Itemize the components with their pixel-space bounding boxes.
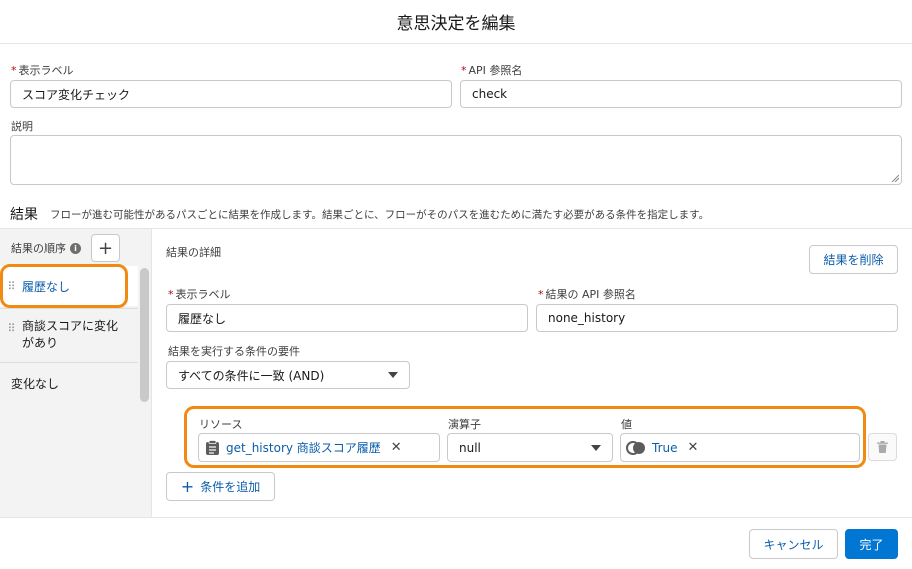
display-label-value: スコア変化チェック [22, 87, 131, 102]
default-outcome-label: 変化なし [11, 376, 60, 391]
outcomes-section-title: 結果 [10, 207, 38, 223]
cancel-button[interactable]: キャンセル [749, 529, 838, 559]
outcome-item-label: 商談スコアに変化 があり [22, 314, 118, 352]
required-marker: * [11, 64, 17, 77]
resource-label: リソース [199, 418, 243, 431]
label-text: 結果を実行する条件の要件 [168, 345, 300, 358]
add-icon: + [180, 477, 195, 496]
value-label: 値 [621, 418, 632, 431]
close-icon[interactable]: ✕ [688, 440, 699, 455]
resource-value: get_history 商談スコア履歴 [226, 441, 381, 455]
condition-requirement-value: すべての条件に一致 (AND) [178, 368, 325, 383]
outcome-item-score-changed[interactable]: ⠿ 商談スコアに変化 があり [0, 314, 138, 358]
condition-requirement-select[interactable]: すべての条件に一致 (AND) [166, 361, 410, 389]
label-text: 表示ラベル [18, 64, 74, 77]
outcomes-section-description: フローが進む可能性があるパスごとに結果を作成します。結果ごとに、フローがそのパス… [50, 209, 710, 221]
operator-label: 演算子 [448, 418, 481, 431]
outcome-order-label: 結果の順序 [11, 242, 66, 255]
close-icon[interactable]: ✕ [391, 440, 402, 455]
required-marker: * [461, 64, 467, 77]
outcome-label-value: 履歴なし [178, 311, 227, 326]
api-name-value: check [472, 87, 508, 101]
outcome-api-field-label: * 結果の API 参照名 [538, 286, 636, 302]
trash-icon [877, 441, 888, 453]
required-marker: * [538, 288, 544, 301]
value-value: True [652, 440, 678, 455]
outcome-item-label-line2: があり [22, 336, 59, 350]
required-marker: * [168, 288, 174, 301]
outcome-item-label: 履歴なし [22, 279, 71, 294]
outcome-api-name-input[interactable]: none_history [536, 304, 898, 332]
description-textarea[interactable] [10, 135, 902, 185]
add-condition-button[interactable]: + 条件を追加 [166, 472, 275, 501]
add-outcome-button[interactable]: + [91, 234, 120, 262]
label-field-label: * 表示ラベル [11, 62, 74, 78]
done-button[interactable]: 完了 [845, 529, 898, 559]
display-label-input[interactable]: スコア変化チェック [10, 80, 452, 108]
delete-condition-button[interactable] [868, 433, 897, 461]
operator-value: null [459, 440, 481, 455]
outcome-api-name-value: none_history [548, 311, 626, 325]
outcome-item-no-history[interactable]: ⠿ 履歴なし [0, 266, 138, 306]
value-input[interactable]: True ✕ [620, 433, 860, 462]
outcome-item-label-line1: 商談スコアに変化 [22, 319, 119, 333]
label-text: 説明 [11, 120, 33, 133]
operator-select[interactable]: null [447, 433, 613, 462]
outcome-item-default[interactable]: 変化なし [0, 370, 138, 396]
api-name-input[interactable]: check [460, 80, 902, 108]
modal-title: 意思決定を編集 [396, 14, 516, 34]
requirement-label: 結果を実行する条件の要件 [168, 343, 300, 359]
label-text: 表示ラベル [175, 288, 231, 301]
modal-header: 意思決定を編集 [0, 0, 912, 44]
outcome-divider [0, 362, 138, 363]
outcome-order-header: 結果の順序 i [11, 240, 81, 256]
label-text: 結果の API 参照名 [545, 288, 636, 301]
drag-handle-icon[interactable]: ⠿ [0, 314, 22, 335]
description-label: 説明 [11, 118, 33, 134]
chevron-down-icon [591, 444, 601, 451]
record-collection-icon [206, 439, 219, 455]
label-text: API 参照名 [468, 64, 523, 77]
value-pill: True ✕ [626, 440, 698, 455]
boolean-toggle-icon [626, 440, 645, 455]
outcome-detail-title: 結果の詳細 [166, 246, 221, 259]
chevron-down-icon [388, 372, 398, 378]
resource-input[interactable]: get_history 商談スコア履歴 ✕ [198, 433, 440, 462]
delete-outcome-button[interactable]: 結果を削除 [809, 245, 898, 274]
info-icon[interactable]: i [70, 242, 81, 254]
outcome-label-field-label: * 表示ラベル [168, 286, 231, 302]
resize-handle-icon[interactable] [891, 174, 899, 182]
outcome-list-scrollbar[interactable] [140, 268, 149, 402]
api-field-label: * API 参照名 [461, 62, 522, 78]
outcome-divider [0, 308, 138, 309]
outcome-label-input[interactable]: 履歴なし [166, 304, 528, 332]
resource-pill: get_history 商談スコア履歴 ✕ [205, 439, 402, 456]
add-condition-label: 条件を追加 [200, 480, 261, 494]
drag-handle-icon[interactable]: ⠿ [0, 280, 22, 293]
